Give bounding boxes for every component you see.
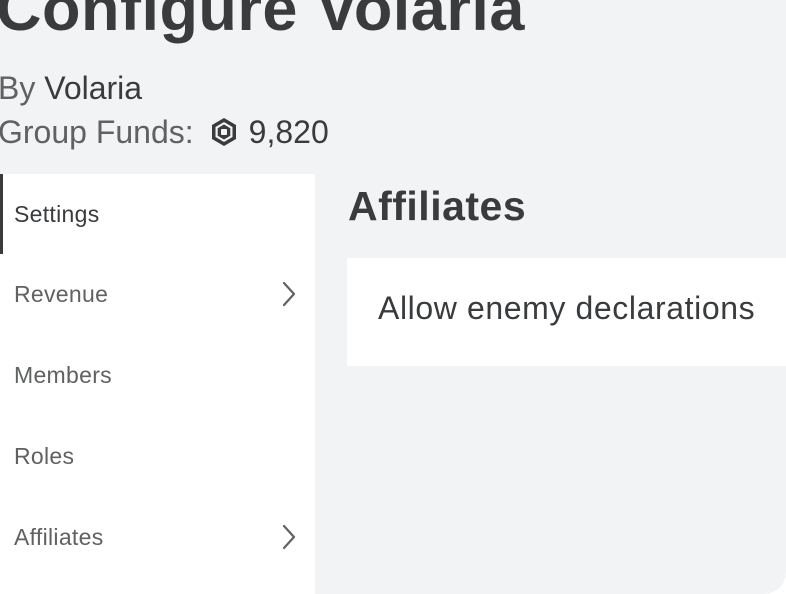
section-title: Affiliates	[348, 183, 527, 229]
robux-icon	[209, 117, 239, 147]
sidebar-item-roles[interactable]: Roles	[0, 416, 315, 496]
sidebar-nav: Settings Revenue Members Roles Affiliate…	[0, 174, 315, 594]
group-funds-label: Group Funds:	[0, 114, 194, 150]
page-title: Configure Volaria	[0, 0, 525, 44]
chevron-right-icon	[279, 281, 299, 307]
sidebar-item-revenue[interactable]: Revenue	[0, 254, 315, 334]
sidebar-item-label: Members	[14, 361, 112, 388]
group-funds-amount: 9,820	[248, 114, 329, 150]
by-label: By	[0, 70, 36, 106]
configure-group-page: Configure Volaria By Volaria Group Funds…	[0, 0, 786, 594]
sidebar-item-label: Revenue	[14, 280, 109, 307]
group-owner-link[interactable]: Volaria	[44, 70, 142, 106]
allow-enemy-declarations-label: Allow enemy declarations	[378, 290, 756, 326]
sidebar-item-members[interactable]: Members	[0, 335, 315, 415]
creator-line: By Volaria	[0, 72, 142, 104]
sidebar-item-settings[interactable]: Settings	[0, 174, 315, 254]
sidebar-item-label: Affiliates	[14, 523, 104, 550]
sidebar-item-label: Roles	[14, 442, 75, 469]
chevron-right-icon	[279, 524, 299, 550]
sidebar-item-affiliates[interactable]: Affiliates	[0, 497, 315, 577]
setting-card: Allow enemy declarations	[347, 258, 786, 366]
sidebar-item-label: Settings	[14, 200, 100, 227]
group-funds: Group Funds: 9,820	[0, 116, 329, 148]
